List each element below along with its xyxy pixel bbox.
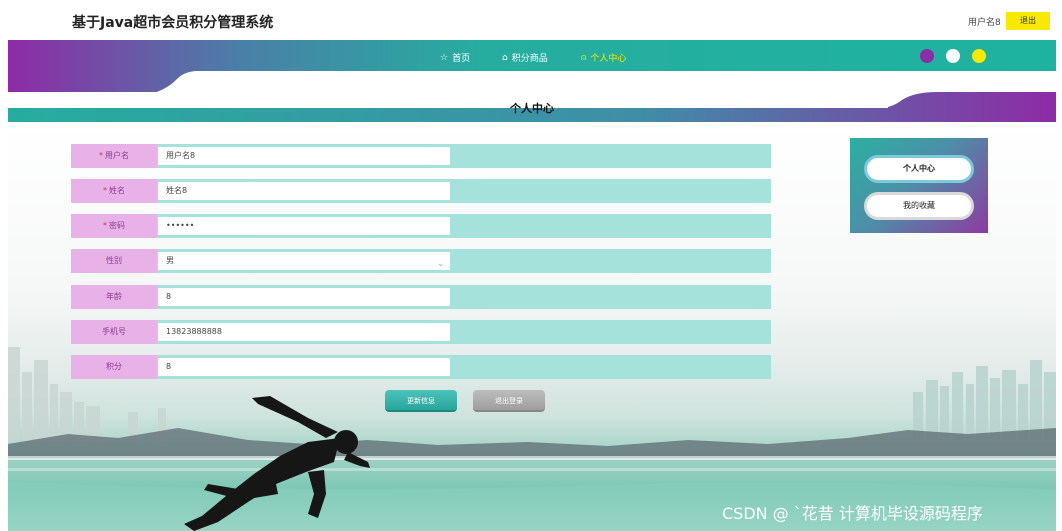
form-row-points: 积分 8	[71, 355, 771, 379]
field-label: * 用户名	[71, 144, 157, 168]
username-field[interactable]: 用户名8	[158, 147, 450, 165]
field-label: 性别	[71, 249, 157, 273]
page-title: 个人中心	[510, 102, 554, 115]
form-row-age: 年龄 8	[71, 285, 771, 309]
field-label: 年龄	[71, 285, 157, 309]
form-row-gender: 性别 男 ⌄	[71, 249, 771, 273]
field-label: * 姓名	[71, 179, 157, 203]
side-menu-my-favorites[interactable]: 我的收藏	[864, 192, 974, 220]
theme-purple-dot[interactable]	[920, 49, 934, 63]
theme-yellow-dot[interactable]	[972, 49, 986, 63]
required-mark: *	[103, 186, 107, 195]
section-header: 个人中心	[8, 92, 1056, 122]
gender-select-value: 男	[166, 256, 174, 265]
form-row-username: * 用户名 用户名8	[71, 144, 771, 168]
form-row-password: * 密码 ••••••	[71, 214, 771, 238]
nav-item-label: 个人中心	[590, 54, 627, 64]
phone-field[interactable]: 13823888888	[158, 323, 450, 341]
required-mark: *	[103, 221, 107, 230]
gender-select[interactable]: 男 ⌄	[158, 252, 450, 270]
person-icon: ⍝	[581, 52, 587, 63]
logout-login-button[interactable]: 退出登录	[473, 390, 545, 412]
chevron-down-icon: ⌄	[437, 259, 444, 268]
watermark: CSDN @ `花昔 计算机毕设源码程序	[722, 504, 983, 523]
current-user-name: 用户名8	[968, 18, 1001, 28]
nav-item-points-products[interactable]: ⌂ 积分商品	[502, 51, 548, 65]
nav-item-home[interactable]: ☆ 首页	[440, 51, 471, 65]
top-header: 基于Java超市会员积分管理系统 用户名8 退出	[0, 0, 1062, 40]
star-icon: ☆	[440, 52, 449, 63]
form-row-phone: 手机号 13823888888	[71, 320, 771, 344]
form-row-name: * 姓名 姓名8	[71, 179, 771, 203]
field-label: * 密码	[71, 214, 157, 238]
field-label: 手机号	[71, 320, 157, 344]
theme-white-dot[interactable]	[946, 49, 960, 63]
points-field[interactable]: 8	[158, 358, 450, 376]
nav-item-label: 积分商品	[511, 54, 548, 64]
nav-item-label: 首页	[452, 54, 471, 64]
required-mark: *	[99, 151, 103, 160]
update-info-button[interactable]: 更新信息	[385, 390, 457, 412]
age-field[interactable]: 8	[158, 288, 450, 306]
name-field[interactable]: 姓名8	[158, 182, 450, 200]
field-label: 积分	[71, 355, 157, 379]
password-field[interactable]: ••••••	[158, 217, 450, 235]
nav-bar: ☆ 首页 ⌂ 积分商品 ⍝ 个人中心	[8, 40, 1056, 98]
side-menu-personal-center[interactable]: 个人中心	[864, 155, 974, 183]
side-menu: 个人中心 我的收藏	[850, 138, 988, 233]
site-title: 基于Java超市会员积分管理系统	[72, 15, 274, 31]
home-icon: ⌂	[502, 52, 508, 63]
logout-button[interactable]: 退出	[1006, 12, 1050, 30]
nav-item-personal-center[interactable]: ⍝ 个人中心	[581, 51, 627, 65]
